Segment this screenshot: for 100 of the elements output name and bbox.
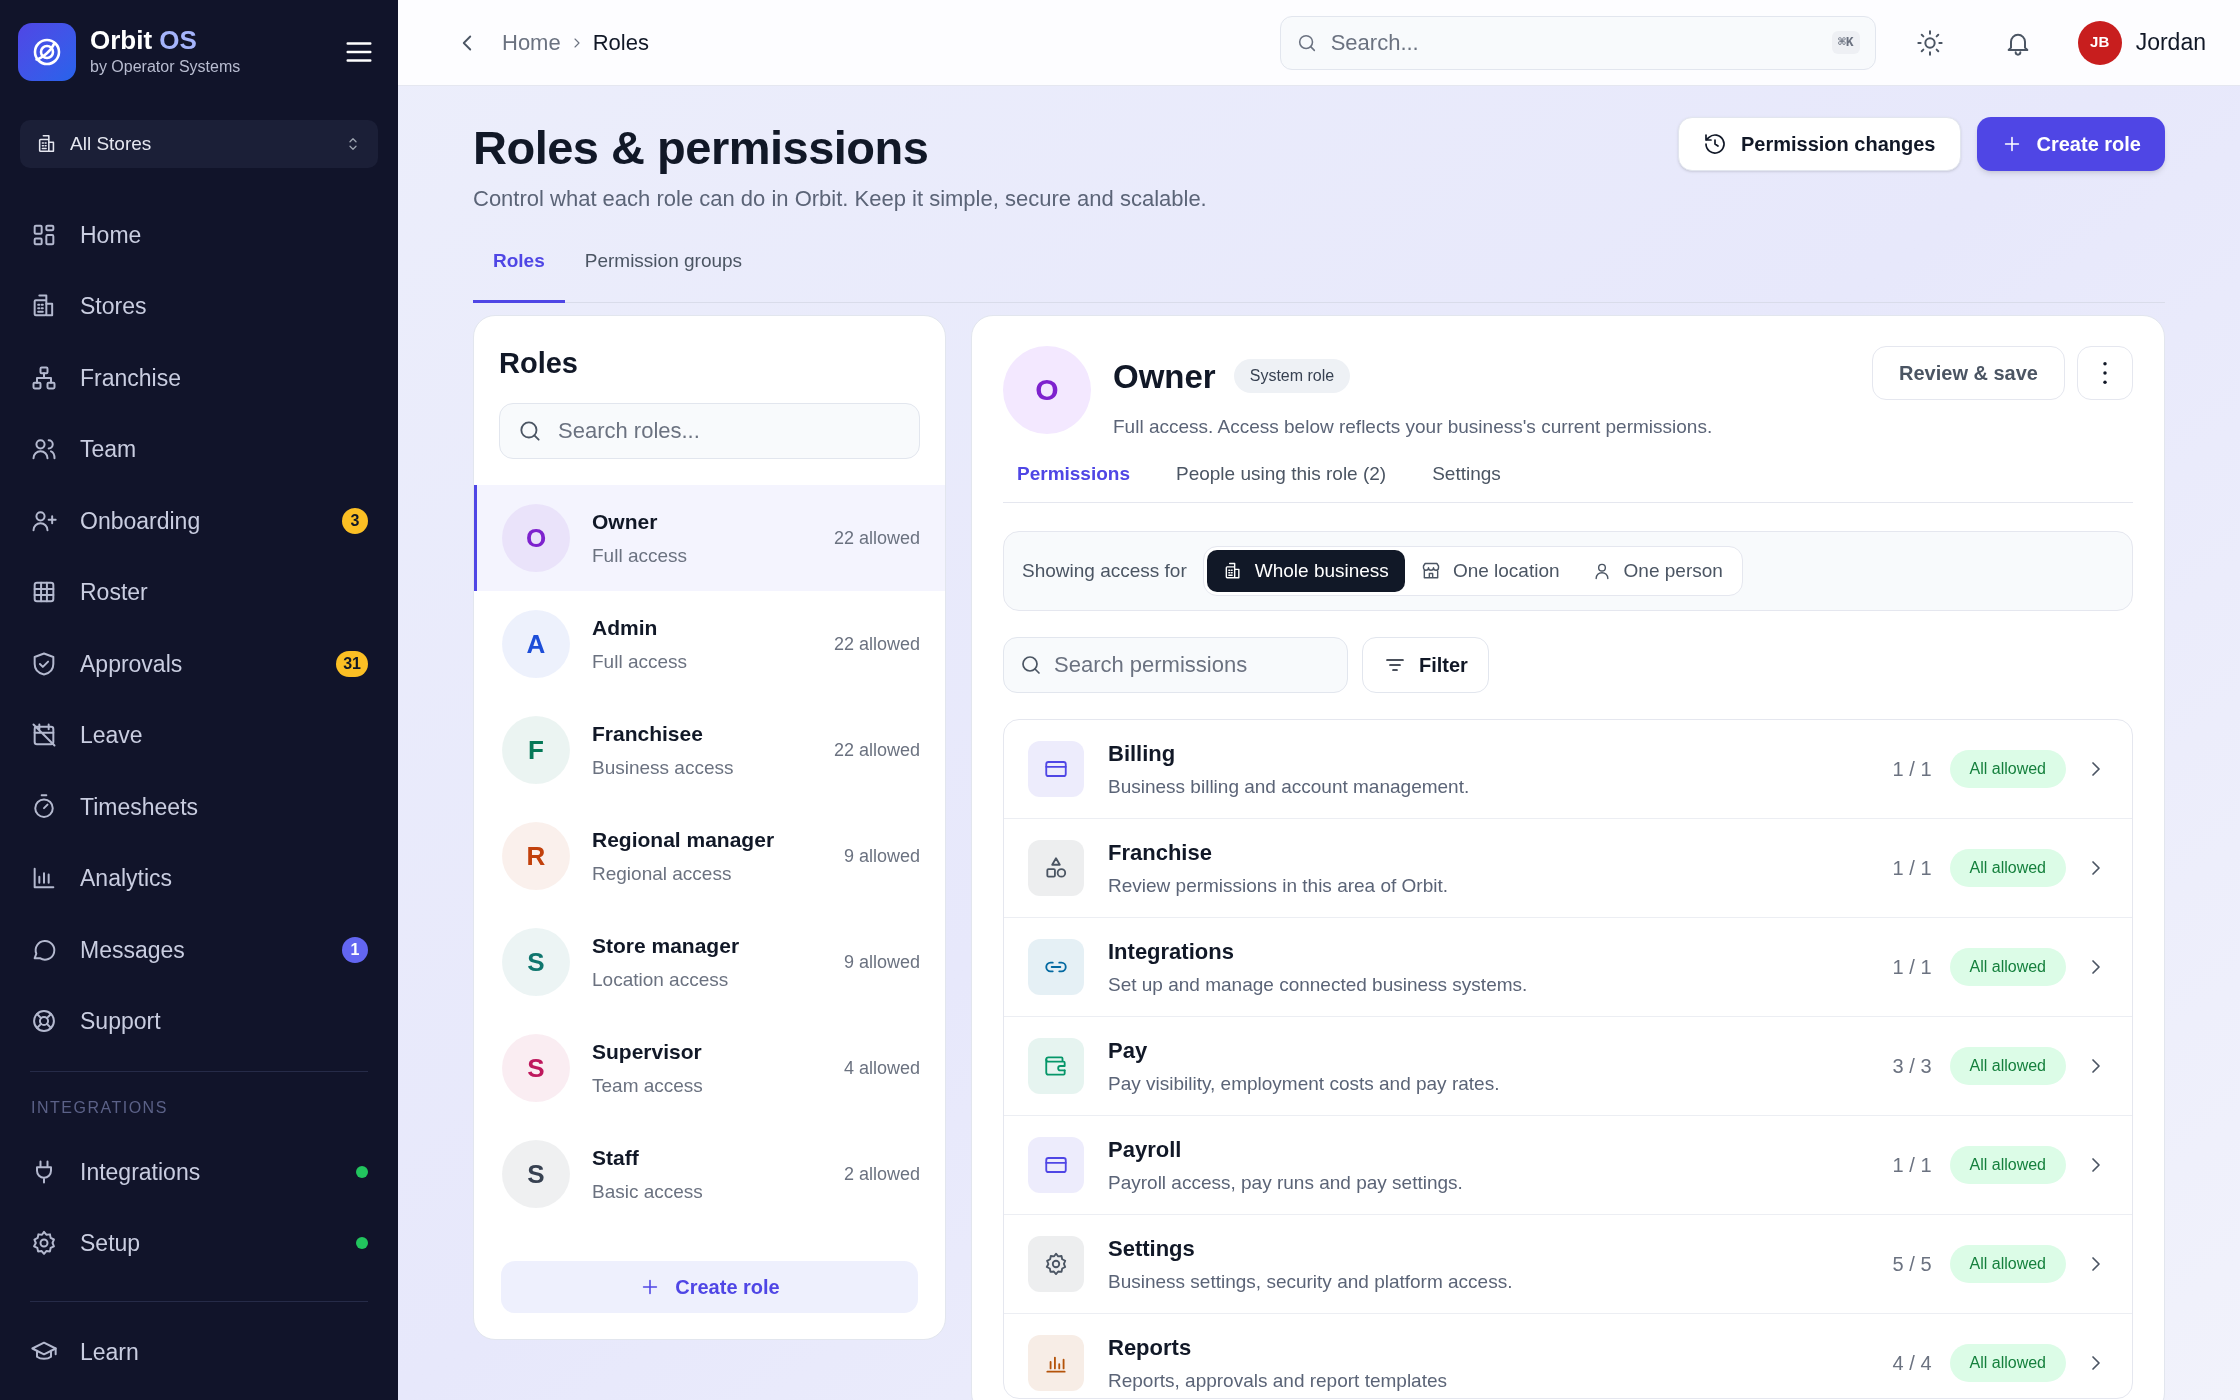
allowed-count: 1 / 1 <box>1892 1153 1932 1178</box>
nav-item[interactable]: Leave <box>0 699 398 771</box>
role-item[interactable]: F Franchisee Business access 22 allowed <box>474 697 945 803</box>
tab[interactable]: Settings <box>1418 459 1515 502</box>
role-item[interactable]: O Owner Full access 22 allowed <box>474 485 945 591</box>
create-role-button[interactable]: Create role <box>1976 117 2165 171</box>
permission-changes-button[interactable]: Permission changes <box>1677 117 1961 171</box>
app-tagline: by Operator Systems <box>90 57 241 77</box>
status-badge: All allowed <box>1949 750 2066 788</box>
allowed-count: 9 allowed <box>843 844 920 868</box>
group-name: Payroll <box>1108 1135 1183 1164</box>
permission-group-row[interactable]: Payroll Payroll access, pay runs and pay settings. 1 / 1 All allowed <box>1004 1116 2132 1215</box>
group-name: Settings <box>1108 1234 1196 1263</box>
permission-group-row[interactable]: Billing Business billing and account management. 1 / 1 All allowed <box>1004 720 2132 819</box>
nav-item[interactable]: Learn <box>0 1316 398 1388</box>
status-badge: All allowed <box>1949 948 2066 986</box>
role-description: Business access <box>592 755 734 780</box>
role-name: Store manager <box>592 933 740 959</box>
role-item[interactable]: R Regional manager Regional access 9 allowed <box>474 803 945 909</box>
gear-icon <box>30 1229 58 1258</box>
role-name: Owner <box>1113 356 1216 397</box>
nav-item[interactable]: Messages 1 <box>0 914 398 986</box>
allowed-count: 1 / 1 <box>1892 856 1932 881</box>
role-name: Supervisor <box>592 1039 703 1065</box>
group-description: Payroll access, pay runs and pay settings. <box>1108 1170 1463 1195</box>
nav-item[interactable]: Approvals 31 <box>0 628 398 700</box>
user-avatar[interactable]: JB <box>2077 20 2122 65</box>
group-description: Pay visibility, employment costs and pay rates. <box>1108 1071 1500 1096</box>
group-name: Pay <box>1108 1036 1149 1065</box>
breadcrumb-link[interactable]: Home <box>502 26 561 59</box>
search-field[interactable]: Search roles... <box>499 403 920 459</box>
status-badge: All allowed <box>1949 1047 2066 1085</box>
role-avatar: A <box>502 610 570 678</box>
role-avatar: O <box>1003 345 1091 434</box>
count-badge: 3 <box>342 507 368 534</box>
role-avatar: R <box>502 822 570 890</box>
role-name: Staff <box>592 1145 640 1171</box>
panel-title: Roles <box>498 345 579 381</box>
allowed-count: 2 allowed <box>843 1162 920 1186</box>
group-name: Franchise <box>1108 838 1213 867</box>
allowed-count: 9 allowed <box>843 950 920 974</box>
review-save-button[interactable]: Review & save <box>1872 345 2065 400</box>
allowed-count: 1 / 1 <box>1892 757 1932 782</box>
nav-item[interactable]: Integrations <box>0 1136 398 1208</box>
status-badge: All allowed <box>1949 1344 2066 1382</box>
count-badge: 1 <box>342 936 368 963</box>
permission-group-row[interactable]: Settings Business settings, security and platform access. 5 / 5 All allowed <box>1004 1215 2132 1314</box>
page-subtitle: Control what each role can do in Orbit. Keep it simple, secure and scalable. <box>473 185 1207 213</box>
more-vertical-icon <box>2102 360 2108 385</box>
calendar-off-icon <box>30 721 58 750</box>
nav-item[interactable]: Setup <box>0 1207 398 1279</box>
search-icon <box>1019 653 1043 677</box>
page-title: Roles & permissions <box>473 120 930 176</box>
nav-item[interactable]: Analytics <box>0 842 398 914</box>
nav-item[interactable]: Roster <box>0 556 398 628</box>
nav-item[interactable]: Franchise <box>0 342 398 414</box>
allowed-count: 4 / 4 <box>1892 1351 1932 1376</box>
permission-group-row[interactable]: Franchise Review permissions in this area of Orbit. 1 / 1 All allowed <box>1004 819 2132 918</box>
tab[interactable]: People using this role (2) <box>1162 459 1401 502</box>
nav-item[interactable]: Home <box>0 199 398 271</box>
allowed-count: 22 allowed <box>833 738 920 762</box>
role-name: Admin <box>592 615 659 641</box>
create-role-button[interactable]: Create role <box>501 1260 918 1313</box>
role-description: Full access <box>592 543 688 568</box>
group-description: Business settings, security and platform access. <box>1108 1269 1513 1294</box>
role-avatar: O <box>502 504 570 572</box>
permission-group-row[interactable]: Reports Reports, approvals and report templates 4 / 4 All allowed <box>1004 1314 2132 1398</box>
nav-item[interactable]: Timesheets <box>0 771 398 843</box>
role-description: Full access <box>592 649 688 674</box>
user-name: Jordan <box>2135 28 2206 58</box>
allowed-count: 4 allowed <box>843 1056 920 1080</box>
search-icon <box>517 418 543 444</box>
nav-item[interactable]: Support <box>0 985 398 1057</box>
tab[interactable]: Permissions <box>1003 459 1144 502</box>
tab[interactable]: Roles <box>473 241 565 303</box>
scope-option[interactable]: Whole business <box>1206 550 1405 592</box>
scope-option[interactable]: One person <box>1575 550 1739 592</box>
permission-group-row[interactable]: Integrations Set up and manage connected business systems. 1 / 1 All allowed <box>1004 918 2132 1017</box>
role-item[interactable]: S Store manager Location access 9 allowed <box>474 909 945 1015</box>
group-description: Business billing and account management. <box>1108 774 1470 799</box>
nav-item[interactable]: Team <box>0 413 398 485</box>
tab[interactable]: Permission groups <box>564 241 763 303</box>
role-item[interactable]: A Admin Full access 22 allowed <box>474 591 945 697</box>
filter-button[interactable]: Filter <box>1362 637 1489 693</box>
scope-label: Showing access for <box>1022 558 1187 583</box>
history-icon <box>1702 132 1727 156</box>
nav-item[interactable]: Stores <box>0 270 398 342</box>
allowed-count: 3 / 3 <box>1892 1054 1932 1079</box>
nav-item[interactable]: Onboarding 3 <box>0 485 398 557</box>
role-avatar: S <box>502 928 570 996</box>
search-field[interactable]: Search permissions <box>1003 637 1348 693</box>
shortcut-hint: ⌘K <box>1832 30 1860 54</box>
theme-button[interactable] <box>1915 28 1944 57</box>
role-item[interactable]: S Staff Basic access 2 allowed <box>474 1121 945 1227</box>
store-selector[interactable]: All Stores <box>20 120 378 168</box>
role-item[interactable]: S Supervisor Team access 4 allowed <box>474 1015 945 1121</box>
group-name: Reports <box>1108 1333 1193 1362</box>
role-type-badge: System role <box>1233 359 1351 394</box>
scope-option[interactable]: One location <box>1404 550 1576 592</box>
permission-group-row[interactable]: Pay Pay visibility, employment costs and pay rates. 3 / 3 All allowed <box>1004 1017 2132 1116</box>
